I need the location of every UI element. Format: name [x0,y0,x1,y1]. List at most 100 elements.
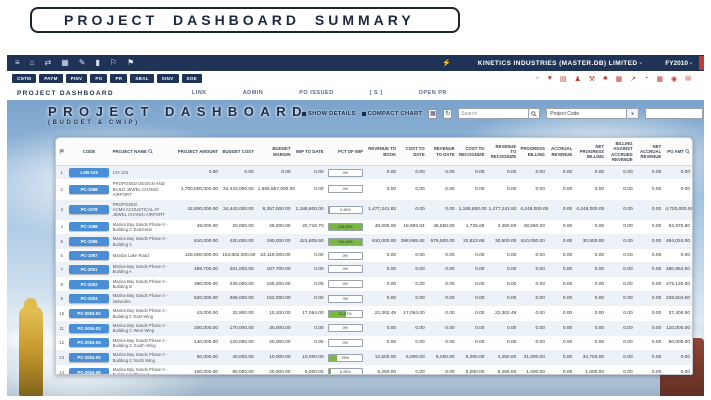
show-details-toggle[interactable]: SHOW DETAILS [302,111,356,117]
column-header-15[interactable]: NET PROGRESS BILLING [574,138,606,166]
column-header-6[interactable]: WIP TO DATE [293,138,326,166]
wip-progress-bar: 0% [328,169,363,177]
module-button-soe[interactable]: SOE [182,74,202,83]
flag-outline-icon[interactable]: ⚐ [110,55,117,71]
column-header-14[interactable]: ACCRUAL REVENUE [547,138,574,166]
column-header-16[interactable]: BILLING AGAINST ACCRUED REVENUE [606,138,635,166]
trend-icon[interactable]: ↗ [630,75,636,83]
project-code-pill[interactable]: PC-1088 [69,222,108,231]
briefcase-icon[interactable]: ▤ [560,75,567,83]
module-button-pr[interactable]: PR [110,74,127,83]
metric-cell: 0.00 [606,166,635,180]
org-chart-icon[interactable]: ♟ [575,75,581,83]
column-header-11[interactable]: COST TO RECOGNIZE [457,138,487,166]
bookmark-icon[interactable]: ▮ [95,55,99,71]
bolt-icon[interactable]: ⚡ [442,59,451,67]
metric-cell: 0.00 [606,321,635,336]
project-code-pill[interactable]: PC-2003 [69,294,108,303]
table-row[interactable]: 12PC-2004-04Marina Bay Sands Phase II - … [56,336,692,351]
project-code-pill[interactable]: PC-2004-04 [69,338,108,347]
pct-of-wip-cell: 6.25% [326,365,365,375]
column-header-5[interactable]: BUDGET MARGIN [256,138,293,166]
table-row[interactable]: 3PC-1078PROPOSED ACMV,ACOUSTICAL AT JEWE… [56,200,692,220]
table-row[interactable]: 2PC-1068PROPOSED DESIGN AND BUILD JEWEL … [56,179,692,199]
reports-icon[interactable]: ▦ [616,75,623,83]
module-button-po[interactable]: PO [90,74,107,83]
flag-icon[interactable]: ⚑ [127,55,134,71]
breadcrumb-link[interactable]: [ S ] [370,90,383,96]
target-icon[interactable]: ◉ [671,75,677,83]
column-header-18[interactable]: PO AMT [663,138,692,166]
module-button-sbal[interactable]: SBAL [130,74,153,83]
module-button-paym[interactable]: PAYM [39,74,62,83]
metric-cell: 0.00 [518,249,547,262]
project-code-pill[interactable]: PC-1078 [69,205,108,214]
table-row[interactable]: 5PC-1096Marina Bay Sands Phase II - Buil… [56,234,692,249]
table-row[interactable]: 8PC-2002Marina Bay Sands Phase II - Buil… [56,277,692,292]
module-button-pinv[interactable]: PINV [66,74,88,83]
home-icon[interactable]: ⌂ [30,55,35,71]
table-row[interactable]: 4PC-1088Marina Bay Sands Phase II - Buil… [56,220,692,235]
module-button-sinv[interactable]: SINV [157,74,179,83]
compass-icon[interactable]: ✧ [535,75,540,82]
refresh-button[interactable]: ↻ [443,109,452,119]
filter-field-select[interactable]: Project Code ▼ [546,108,639,119]
column-header-1[interactable]: CODE [67,138,110,166]
project-code-pill[interactable]: PC-1097 [69,251,108,260]
project-code-pill[interactable]: PC-2004-02 [69,309,108,318]
search-icon[interactable] [528,109,539,118]
breadcrumb-link[interactable]: OPEN PR [419,90,447,96]
table-row[interactable]: 14PC-2004-06Marina Bay Sands Phase II - … [56,365,692,375]
breadcrumb-link[interactable]: LINK [192,90,207,96]
table-row[interactable]: 6PC-1097Mandai Lake Road128,000,000.0010… [56,249,692,262]
project-name-cell: Marina Bay Sands Phase II - Building C E… [111,306,175,321]
grid-view-button[interactable]: ▦ [428,109,437,119]
column-header-17[interactable]: NET ACCRUAL REVENUE [635,138,664,166]
breadcrumb-link[interactable]: PO ISSUED [299,90,333,96]
groups-icon[interactable]: ♣ [603,75,608,82]
compact-chart-toggle[interactable]: COMPACT CHART [362,111,423,117]
project-code-pill[interactable]: PC-1096 [69,237,108,246]
column-header-9[interactable]: COST TO DATE [398,138,427,166]
menu-icon[interactable]: ≡ [15,55,20,71]
module-button-cntm[interactable]: CNTM [12,74,36,83]
fiscal-year-selector[interactable]: FY2010 - [665,60,692,67]
column-header-10[interactable]: REVENUE TO DATE [427,138,457,166]
column-header-7[interactable]: PCT OF WIP [326,138,365,166]
favorites-icon[interactable]: ♥ [548,75,552,82]
search-input[interactable] [459,109,528,118]
breadcrumb-link[interactable]: ADMIN [243,90,264,96]
edit-icon[interactable]: ✎ [79,55,86,71]
project-code-pill[interactable]: PC-1068 [69,185,108,194]
project-code-pill[interactable]: PC-2004-05 [69,353,108,362]
project-code-pill[interactable]: PC-2004-03 [69,324,108,333]
apps-icon[interactable]: ▦ [61,55,69,71]
column-header-13[interactable]: PROGRESS BILLING [518,138,547,166]
column-header-3[interactable]: PROJECT AMOUNT [174,138,220,166]
project-code-pill[interactable]: LAB-123 [69,168,108,177]
project-code-pill[interactable]: PC-2002 [69,280,108,289]
table-row[interactable]: 1LAB-123LTA 1230.000.000.000.000%0.000.0… [56,166,692,180]
project-code-pill[interactable]: PC-2004-06 [69,368,108,375]
column-header-0[interactable] [56,138,67,166]
tools-icon[interactable]: ⚒ [589,75,595,83]
table-row[interactable]: 7PC-2001Marina Bay Sands Phase II - Buil… [56,262,692,277]
metric-cell: 0.00 [635,262,664,277]
project-code-pill[interactable]: PC-2001 [69,265,108,274]
calendar-icon[interactable]: ▦ [656,75,663,83]
company-selector[interactable]: KINETICS INDUSTRIES (MASTER.DB) LIMITED … [478,60,642,67]
clock-icon[interactable]: ◔ [644,75,648,82]
amount-cell: 0.00 [293,336,326,351]
metric-cell: 0.00 [457,336,487,351]
column-header-2[interactable]: PROJECT NAME [111,138,175,166]
table-row[interactable]: 13PC-2004-05Marina Bay Sands Phase II - … [56,350,692,365]
mail-icon[interactable]: ✉ [685,75,691,83]
table-row[interactable]: 10PC-2004-02Marina Bay Sands Phase II - … [56,306,692,321]
column-header-8[interactable]: REVENUE TO BOOK [365,138,398,166]
table-row[interactable]: 11PC-2004-03Marina Bay Sands Phase II - … [56,321,692,336]
table-row[interactable]: 9PC-2003Marina Bay Sands Phase II - Netw… [56,291,692,306]
column-header-4[interactable]: BUDGET COST [220,138,256,166]
transfer-icon[interactable]: ⇄ [45,55,52,71]
column-header-12[interactable]: REVENUE TO RECOGNIZE [486,138,518,166]
filter-value-input[interactable] [645,108,703,119]
